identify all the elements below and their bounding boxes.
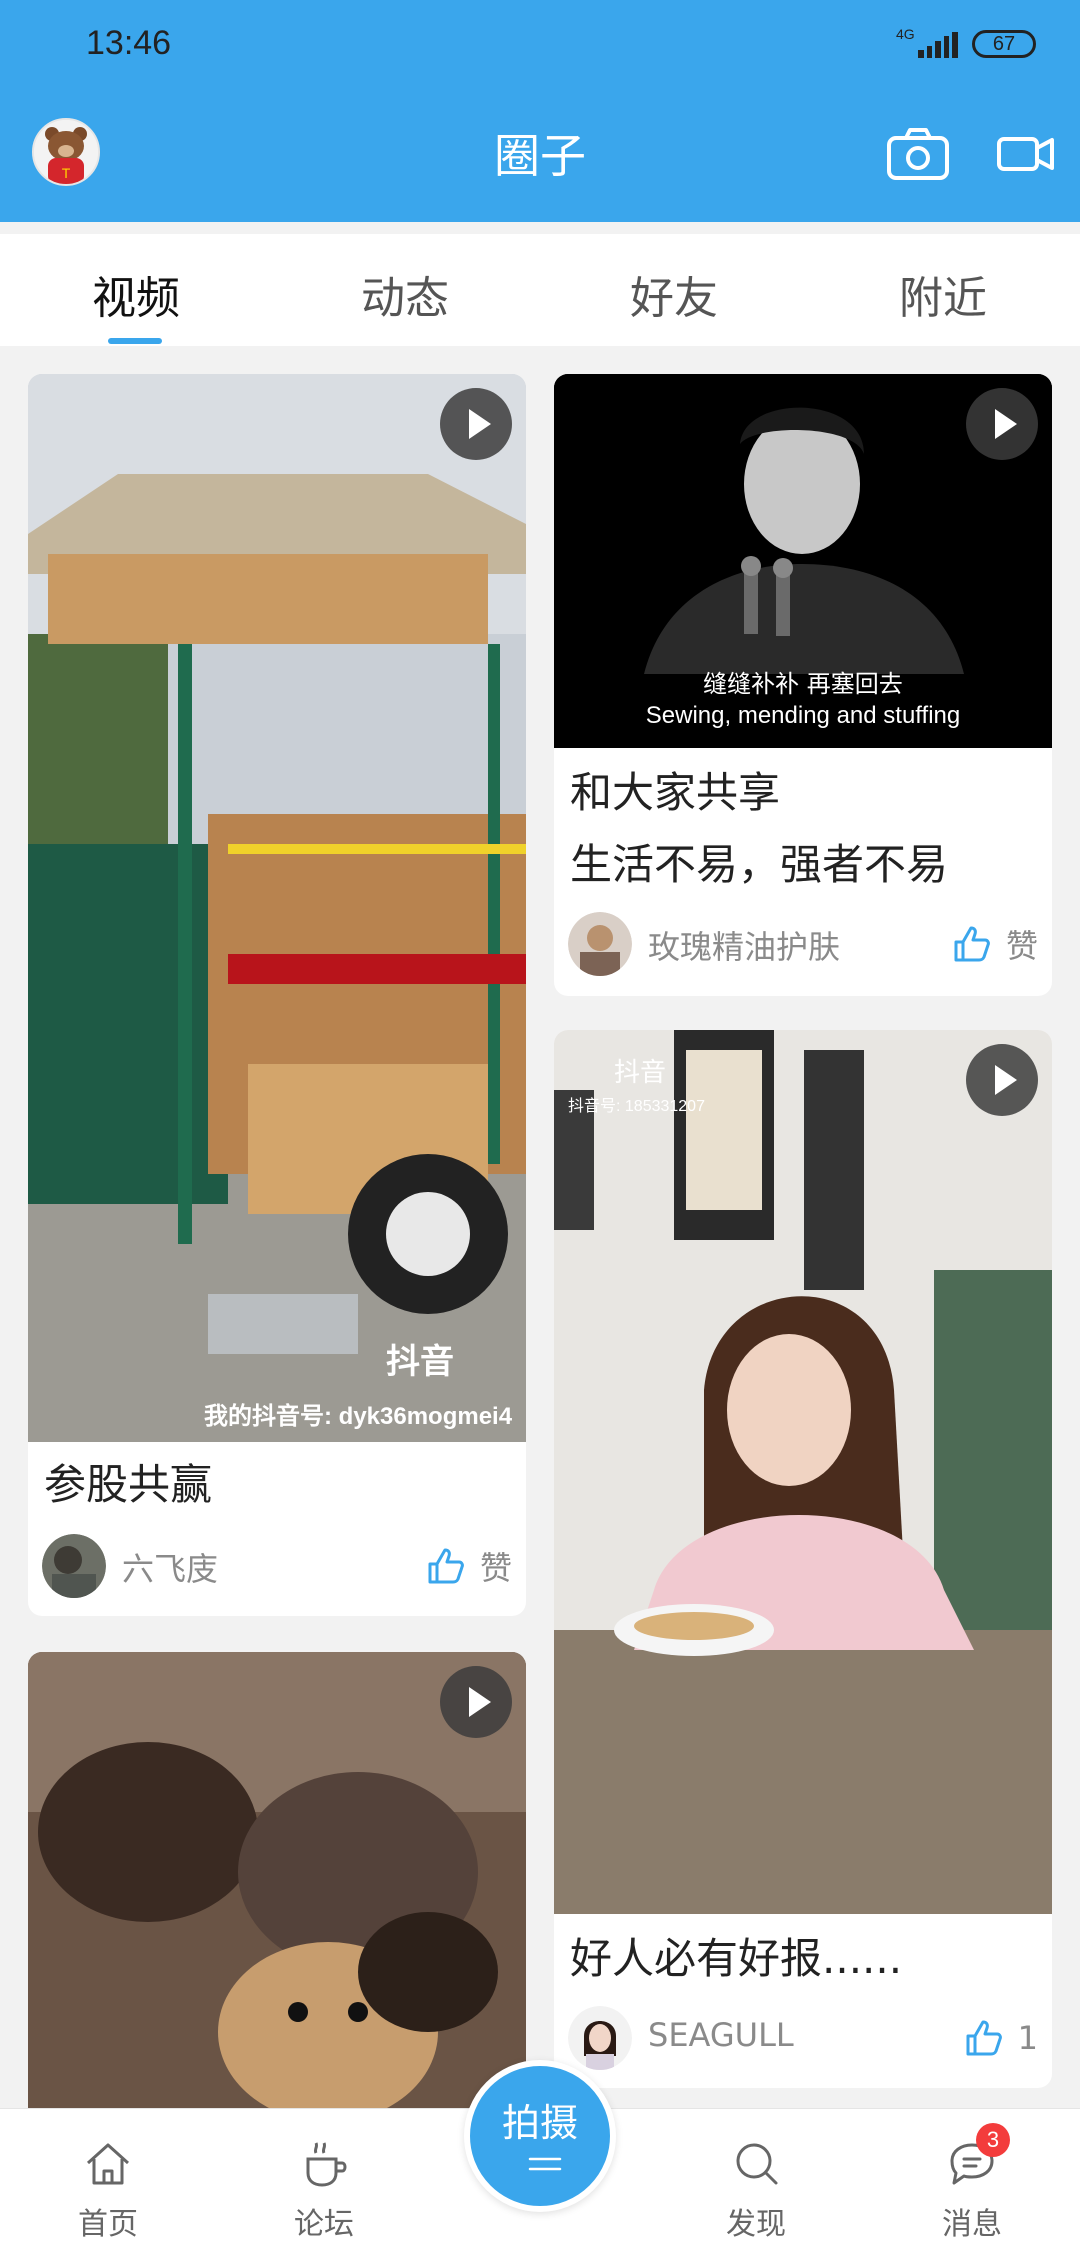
card-user-row: 玫瑰精油护肤 赞 <box>568 912 1038 984</box>
video-card[interactable] <box>28 1652 526 2108</box>
user-avatar[interactable] <box>568 912 632 976</box>
tab-nearby[interactable]: 附近 <box>843 262 1043 326</box>
douyin-id-watermark: 我的抖音号: dyk36mogmei4 <box>204 1403 513 1430</box>
status-time: 13:46 <box>86 24 172 62</box>
coffee-cup-icon <box>306 2142 347 2187</box>
card-user-row: 六飞庋 赞 <box>42 1534 512 1606</box>
card-user-row: SEAGULL 1 <box>568 2006 1038 2078</box>
menu-lines-icon <box>528 2157 562 2171</box>
tab-video[interactable]: 视频 <box>36 262 236 326</box>
shoot-button[interactable]: 拍摄 <box>464 2060 616 2212</box>
card-title-line2: 生活不易，强者不易 <box>570 840 949 889</box>
video-caption-en: Sewing, mending and stuffing <box>645 702 961 729</box>
thumbs-up-icon <box>966 2020 1002 2056</box>
nav-home[interactable]: 首页 <box>28 2109 188 2249</box>
camera-icon[interactable] <box>886 126 950 182</box>
shoot-label: 拍摄 <box>501 2101 578 2145</box>
app-header: 13:46 4G 67 T 圈子 <box>0 0 1080 222</box>
feed-tabs: 视频 动态 好友 附近 <box>0 234 1080 346</box>
nav-messages-label: 消息 <box>942 2207 1002 2242</box>
video-thumbnail[interactable]: 抖音 抖音号: 185331207 <box>554 1030 1052 1914</box>
thumbs-up-icon <box>954 926 990 962</box>
active-tab-indicator <box>108 338 162 344</box>
play-icon[interactable] <box>966 388 1038 460</box>
tab-moments[interactable]: 动态 <box>305 262 505 326</box>
nav-forum-label: 论坛 <box>294 2207 354 2242</box>
battery-indicator: 67 <box>972 30 1036 58</box>
nav-discover[interactable]: 发现 <box>676 2109 836 2249</box>
like-button[interactable]: 1 <box>964 2014 1038 2062</box>
card-title: 好人必有好报...... <box>570 1934 903 1983</box>
thumbs-up-icon <box>428 1548 464 1584</box>
signal-icon: 4G <box>896 26 960 62</box>
play-icon[interactable] <box>966 1044 1038 1116</box>
like-button[interactable]: 赞 <box>426 1542 512 1590</box>
douyin-watermark: 抖音 <box>614 1057 667 1087</box>
video-card[interactable]: 缝缝补补 再塞回去 Sewing, mending and stuffing 和… <box>554 374 1052 996</box>
video-caption-cn: 缝缝补补 再塞回去 <box>703 670 903 698</box>
nav-home-label: 首页 <box>78 2207 138 2242</box>
video-thumbnail[interactable]: 抖音 我的抖音号: dyk36mogmei4 <box>28 374 526 1442</box>
tab-friends[interactable]: 好友 <box>574 262 774 326</box>
nav-messages[interactable]: 3 消息 <box>892 2109 1052 2249</box>
video-card[interactable]: 抖音 抖音号: 185331207 好人必有好报...... SEAGULL 1 <box>554 1030 1052 2088</box>
like-count: 1 <box>1017 2019 1038 2057</box>
user-name[interactable]: 六飞庋 <box>122 1544 218 1590</box>
like-label: 赞 <box>479 1549 512 1587</box>
search-icon <box>736 2143 778 2185</box>
like-label: 赞 <box>1005 927 1038 965</box>
video-camera-icon[interactable] <box>996 126 1056 182</box>
user-avatar[interactable] <box>568 2006 632 2070</box>
card-title-line1: 和大家共享 <box>570 768 781 817</box>
network-type: 4G <box>896 26 915 42</box>
like-button[interactable]: 赞 <box>952 920 1038 968</box>
user-name[interactable]: 玫瑰精油护肤 <box>648 922 840 968</box>
user-name[interactable]: SEAGULL <box>648 2016 794 2054</box>
nav-forum[interactable]: 论坛 <box>244 2109 404 2249</box>
card-title: 参股共赢 <box>44 1460 213 1509</box>
play-icon[interactable] <box>440 388 512 460</box>
user-avatar[interactable] <box>42 1534 106 1598</box>
douyin-watermark: 抖音 <box>386 1343 454 1381</box>
message-badge: 3 <box>976 2123 1010 2157</box>
status-bar: 13:46 4G 67 <box>0 0 1080 90</box>
home-icon <box>86 2143 130 2185</box>
play-icon[interactable] <box>440 1666 512 1738</box>
video-card[interactable]: 抖音 我的抖音号: dyk36mogmei4 参股共赢 六飞庋 赞 <box>28 374 526 1616</box>
douyin-id-watermark: 抖音号: 185331207 <box>568 1098 705 1115</box>
nav-discover-label: 发现 <box>726 2207 786 2242</box>
